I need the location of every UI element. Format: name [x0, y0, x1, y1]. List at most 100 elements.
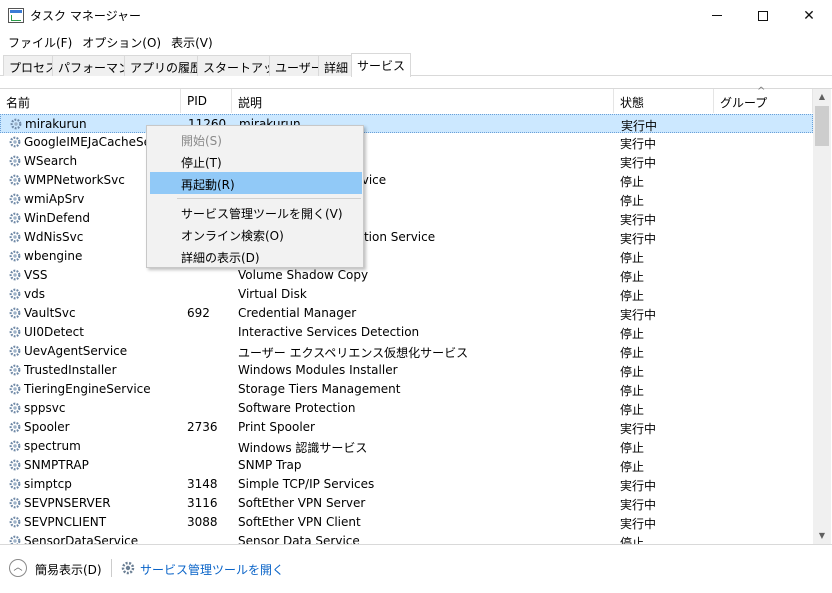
service-status: 停止 — [620, 384, 645, 398]
table-row[interactable]: wmiApSrvter停止 — [0, 190, 813, 209]
service-status: 実行中 — [620, 479, 657, 493]
menu-view[interactable]: 表示(V) — [166, 31, 218, 52]
table-row[interactable]: SEVPNCLIENT 3088 SoftEther VPN Client 実行中 — [0, 513, 813, 532]
gear-icon — [8, 135, 22, 149]
chevron-up-icon[interactable]: ︿ — [9, 559, 27, 577]
service-status: 停止 — [620, 327, 645, 341]
maximize-button[interactable] — [740, 0, 786, 31]
gear-icon — [8, 515, 22, 529]
gear-icon — [8, 477, 22, 491]
column-header-pid[interactable]: PID — [181, 89, 232, 113]
gear-icon — [8, 306, 22, 320]
service-name: UI0Detect — [24, 325, 84, 339]
service-status: 停止 — [620, 346, 645, 360]
menu-file[interactable]: ファイル(F) — [3, 31, 77, 52]
table-row[interactable]: TrustedInstaller Windows Modules Installe… — [0, 361, 813, 380]
menu-bar: ファイル(F) オプション(O) 表示(V) — [0, 31, 832, 52]
table-row[interactable]: VaultSvc 692 Credential Manager 実行中 — [0, 304, 813, 323]
service-description: SoftEther VPN Client — [238, 515, 361, 529]
menu-item-open-services[interactable]: サービス管理ツールを開く(V) — [150, 201, 362, 223]
service-description: ユーザー エクスペリエンス仮想化サービス — [238, 346, 469, 360]
service-status: 停止 — [620, 441, 645, 455]
service-status: 実行中 — [620, 213, 657, 227]
table-row[interactable]: sppsvc Software Protection 停止 — [0, 399, 813, 418]
footer-divider — [111, 559, 112, 577]
table-row[interactable]: UI0Detect Interactive Services Detection 停… — [0, 323, 813, 342]
service-status: 実行中 — [620, 308, 657, 322]
service-status: 実行中 — [620, 156, 657, 170]
column-header-name[interactable]: 名前 — [0, 89, 181, 113]
table-row[interactable]: SNMPTRAP SNMP Trap 停止 — [0, 456, 813, 475]
table-row[interactable]: WinDefendvirus Service実行中 — [0, 209, 813, 228]
service-name: VaultSvc — [24, 306, 76, 320]
service-status: 実行中 — [620, 137, 657, 151]
gear-icon — [8, 268, 22, 282]
vertical-scrollbar[interactable]: ▲ ▼ — [813, 89, 831, 545]
service-name: SEVPNCLIENT — [24, 515, 107, 529]
service-pid: 692 — [187, 306, 210, 320]
service-name: TrustedInstaller — [24, 363, 117, 377]
tab-app-history[interactable]: アプリの履歴 — [124, 55, 209, 76]
service-status: 停止 — [620, 289, 645, 303]
service-status: 実行中 — [620, 422, 657, 436]
gear-icon — [8, 173, 22, 187]
gear-icon — [8, 249, 22, 263]
service-description: Volume Shadow Copy — [238, 268, 369, 282]
service-status: 停止 — [620, 365, 645, 379]
column-header-status[interactable]: 状態 — [614, 89, 714, 113]
service-pid: 3148 — [187, 477, 218, 491]
column-header-description[interactable]: 説明 — [232, 89, 614, 113]
scroll-thumb[interactable] — [815, 106, 829, 146]
gear-icon — [8, 496, 22, 510]
service-pid: 3088 — [187, 515, 218, 529]
open-services-link[interactable]: サービス管理ツールを開く — [140, 561, 284, 578]
tab-details[interactable]: 詳細 — [318, 55, 355, 76]
table-row[interactable]: Spooler 2736 Print Spooler 実行中 — [0, 418, 813, 437]
service-name: TieringEngineService — [24, 382, 151, 396]
table-row[interactable]: WdNisSvcvirus Network Inspection Service… — [0, 228, 813, 247]
minimize-button[interactable] — [694, 0, 740, 31]
tab-bar: プロセス パフォーマンス アプリの履歴 スタートアップ ユーザー 詳細 サービス — [0, 53, 832, 77]
gear-icon — [8, 401, 22, 415]
table-row[interactable]: WMPNetworkSvcNetwork Sharing Service停止 — [0, 171, 813, 190]
close-button[interactable]: ✕ — [786, 0, 832, 31]
menu-options[interactable]: オプション(O) — [77, 31, 166, 52]
fewer-details-button[interactable]: 簡易表示(D) — [35, 561, 102, 578]
tab-services[interactable]: サービス — [351, 53, 412, 77]
menu-item-search-online[interactable]: オンライン検索(O) — [150, 223, 362, 245]
gear-icon — [8, 230, 22, 244]
gear-icon — [121, 561, 135, 575]
gear-icon — [9, 117, 23, 131]
minimize-icon — [712, 15, 722, 16]
service-status: 停止 — [620, 403, 645, 417]
menu-item-restart[interactable]: 再起動(R) — [150, 172, 362, 194]
menu-item-stop[interactable]: 停止(T) — [150, 150, 362, 172]
table-row[interactable]: UevAgentService ユーザー エクスペリエンス仮想化サービス 停止 — [0, 342, 813, 361]
table-row[interactable]: wbenginene Service停止 — [0, 247, 813, 266]
context-menu: 開始(S) 停止(T) 再起動(R) サービス管理ツールを開く(V) オンライン… — [146, 125, 364, 268]
services-table: 名前 PID 説明 状態 グループ ^ mirakurun 11260 miraku… — [0, 86, 832, 550]
table-row[interactable]: TieringEngineService Storage Tiers Manage… — [0, 380, 813, 399]
menu-item-go-to-details[interactable]: 詳細の表示(D) — [150, 245, 362, 267]
gear-icon — [8, 420, 22, 434]
table-row[interactable]: SEVPNSERVER 3116 SoftEther VPN Server 実行中 — [0, 494, 813, 513]
table-row[interactable]: vds Virtual Disk 停止 — [0, 285, 813, 304]
close-icon: ✕ — [803, 7, 815, 24]
scroll-up-icon[interactable]: ▲ — [813, 89, 831, 106]
service-description: Credential Manager — [238, 306, 357, 320]
service-pid: 2736 — [187, 420, 218, 434]
table-row[interactable]: simptcp 3148 Simple TCP/IP Services 実行中 — [0, 475, 813, 494]
service-name: sppsvc — [24, 401, 66, 415]
footer: ︿ 簡易表示(D) サービス管理ツールを開く — [0, 544, 832, 593]
table-row[interactable]: GoogleIMEJaCacheServache Service実行中 — [0, 133, 813, 152]
maximize-icon — [758, 10, 768, 21]
gear-icon — [8, 382, 22, 396]
menu-item-start: 開始(S) — [181, 134, 222, 148]
service-name: SNMPTRAP — [24, 458, 89, 472]
table-row[interactable]: spectrum Windows 認識サービス 停止 — [0, 437, 813, 456]
service-status: 停止 — [620, 251, 645, 265]
scroll-down-icon[interactable]: ▼ — [813, 528, 831, 545]
table-row[interactable]: VSS Volume Shadow Copy 停止 — [0, 266, 813, 285]
table-row[interactable]: WSearch 実行中 — [0, 152, 813, 171]
table-row[interactable]: mirakurun 11260 mirakurun 実行中 — [0, 114, 813, 133]
